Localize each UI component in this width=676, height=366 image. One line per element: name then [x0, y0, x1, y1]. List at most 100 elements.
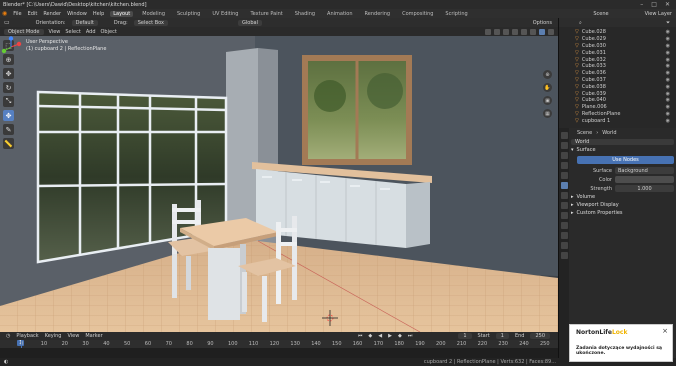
world-tab-icon[interactable]	[560, 182, 568, 189]
wireframe-shading-icon[interactable]	[521, 28, 527, 35]
outliner-item[interactable]: ▽ ReflectionPlane ◉	[575, 111, 676, 118]
menu-window[interactable]: Window	[67, 11, 87, 17]
output-tab-icon[interactable]	[560, 152, 568, 159]
workspace-tab-layout[interactable]: Layout	[110, 10, 134, 17]
workspace-tab-uv-editing[interactable]: UV Editing	[209, 11, 241, 17]
outliner-item[interactable]: ▽ Cube.031 ◉	[575, 49, 676, 56]
close-button[interactable]: ✕	[665, 1, 670, 8]
outliner-item[interactable]: ▽ Cube.038 ◉	[575, 83, 676, 90]
visibility-eye-icon[interactable]: ◉	[666, 84, 670, 90]
rotate-icon[interactable]: ↻	[3, 82, 14, 93]
constraints-tab-icon[interactable]	[560, 232, 568, 239]
mode-dropdown[interactable]: Object Mode	[4, 28, 44, 35]
outliner-item[interactable]: ▽ Cube.029 ◉	[575, 36, 676, 43]
grid-icon[interactable]: ▦	[543, 109, 552, 118]
workspace-tab-rendering[interactable]: Rendering	[362, 11, 394, 17]
navigation-gizmo[interactable]	[0, 36, 22, 58]
visibility-eye-icon[interactable]: ◉	[666, 77, 670, 83]
outliner-item[interactable]: ▽ Cube.037 ◉	[575, 77, 676, 84]
custom-properties-section-header[interactable]: ▸ Custom Properties	[571, 209, 674, 217]
orientation-dropdown[interactable]: Default	[71, 19, 98, 26]
view-layer-selector[interactable]: View Layer	[645, 11, 672, 17]
jump-end-icon[interactable]: ⏭	[408, 333, 413, 339]
select-tool-icon[interactable]: ▭	[4, 19, 10, 26]
render-tab-icon[interactable]	[560, 142, 568, 149]
color-swatch[interactable]	[615, 176, 674, 183]
toast-close-button[interactable]: ×	[662, 327, 668, 335]
filter-icon[interactable]: ⏷	[666, 20, 670, 26]
visibility-eye-icon[interactable]: ◉	[666, 91, 670, 97]
visibility-icon[interactable]	[485, 28, 491, 35]
menu-object[interactable]: Object	[101, 29, 117, 35]
particles-tab-icon[interactable]	[560, 212, 568, 219]
jump-start-icon[interactable]: ⏮	[358, 333, 363, 339]
menu-view[interactable]: View	[49, 29, 61, 35]
outliner-item[interactable]: ▽ Cube.032 ◉	[575, 56, 676, 63]
maximize-button[interactable]: □	[651, 1, 657, 8]
play-icon[interactable]: ▶	[388, 333, 392, 339]
material-shading-icon[interactable]	[539, 28, 545, 35]
measure-icon[interactable]: 📏	[3, 138, 14, 149]
surface-dropdown[interactable]: Background	[615, 167, 674, 174]
menu-help[interactable]: Help	[93, 11, 104, 17]
outliner-item[interactable]: ▽ Cube.028 ◉	[575, 29, 676, 36]
marker-menu[interactable]: Marker	[85, 333, 102, 339]
zoom-icon[interactable]: ⊕	[543, 70, 552, 79]
hand-pan-icon[interactable]: ✋	[543, 83, 552, 92]
visibility-eye-icon[interactable]: ◉	[666, 63, 670, 69]
solid-shading-icon[interactable]	[530, 28, 536, 35]
menu-add[interactable]: Add	[86, 29, 96, 35]
xray-icon[interactable]	[512, 28, 518, 35]
outliner-item[interactable]: ▽ Plane.006 ◉	[575, 104, 676, 111]
drag-dropdown[interactable]: Select Box	[133, 19, 169, 26]
visibility-eye-icon[interactable]: ◉	[666, 50, 670, 56]
notification-toast[interactable]: NortonLifeLock × Zadania dotyczące wydaj…	[569, 324, 673, 362]
next-key-icon[interactable]: ◆	[398, 333, 402, 339]
outliner-item[interactable]: ▽ Cube.040 ◉	[575, 97, 676, 104]
blender-logo-icon[interactable]: ◉	[2, 10, 7, 17]
workspace-tab-shading[interactable]: Shading	[292, 11, 318, 17]
prev-key-icon[interactable]: ◆	[368, 333, 372, 339]
current-frame-field[interactable]: 1	[458, 333, 472, 339]
object-tab-icon[interactable]	[560, 192, 568, 199]
data-tab-icon[interactable]	[560, 242, 568, 249]
timeline-view-menu[interactable]: View	[67, 333, 79, 339]
transform-orientation-dropdown[interactable]: Global	[238, 19, 262, 26]
view-layer-tab-icon[interactable]	[560, 162, 568, 169]
frame-ruler[interactable]: 1 01020304050607080901001101201301401501…	[0, 340, 558, 348]
workspace-tab-sculpting[interactable]: Sculpting	[174, 11, 203, 17]
minimize-button[interactable]: –	[640, 1, 643, 8]
strength-field[interactable]: 1.000	[615, 185, 674, 192]
keying-menu[interactable]: Keying	[45, 333, 62, 339]
menu-file[interactable]: File	[13, 11, 21, 17]
scene-selector[interactable]: Scene	[593, 11, 608, 17]
scale-icon[interactable]: ⤡	[3, 96, 14, 107]
keyframe-track[interactable]	[0, 348, 558, 358]
outliner-item[interactable]: ▽ Cube.039 ◉	[575, 90, 676, 97]
options-dropdown[interactable]: Options	[533, 20, 552, 26]
visibility-eye-icon[interactable]: ◉	[666, 36, 670, 42]
tool-tab-icon[interactable]	[560, 132, 568, 139]
visibility-eye-icon[interactable]: ◉	[666, 43, 670, 49]
outliner-item[interactable]: ▽ Cube.030 ◉	[575, 43, 676, 50]
outliner-item[interactable]: ▽ cupboard 1 ◉	[575, 117, 676, 124]
visibility-eye-icon[interactable]: ◉	[666, 57, 670, 63]
workspace-tab-modeling[interactable]: Modeling	[139, 11, 168, 17]
material-tab-icon[interactable]	[560, 252, 568, 259]
volume-section-header[interactable]: ▸ Volume	[571, 193, 674, 201]
annotate-icon[interactable]: ✎	[3, 124, 14, 135]
start-frame-field[interactable]: 1	[495, 333, 509, 339]
3d-viewport[interactable]: User Perspective (1) cupboard 2 | Reflec…	[0, 36, 558, 332]
scene-tab-icon[interactable]	[560, 172, 568, 179]
world-selector[interactable]: World	[571, 138, 674, 145]
visibility-eye-icon[interactable]: ◉	[666, 111, 670, 117]
transform-icon[interactable]: ✥	[3, 110, 14, 121]
workspace-tab-texture-paint[interactable]: Texture Paint	[247, 11, 285, 17]
playback-menu[interactable]: Playback	[16, 333, 38, 339]
menu-select[interactable]: Select	[65, 29, 80, 35]
move-icon[interactable]: ✥	[3, 68, 14, 79]
gizmo-icon[interactable]	[494, 28, 500, 35]
visibility-eye-icon[interactable]: ◉	[666, 97, 670, 103]
physics-tab-icon[interactable]	[560, 222, 568, 229]
visibility-eye-icon[interactable]: ◉	[666, 29, 670, 35]
